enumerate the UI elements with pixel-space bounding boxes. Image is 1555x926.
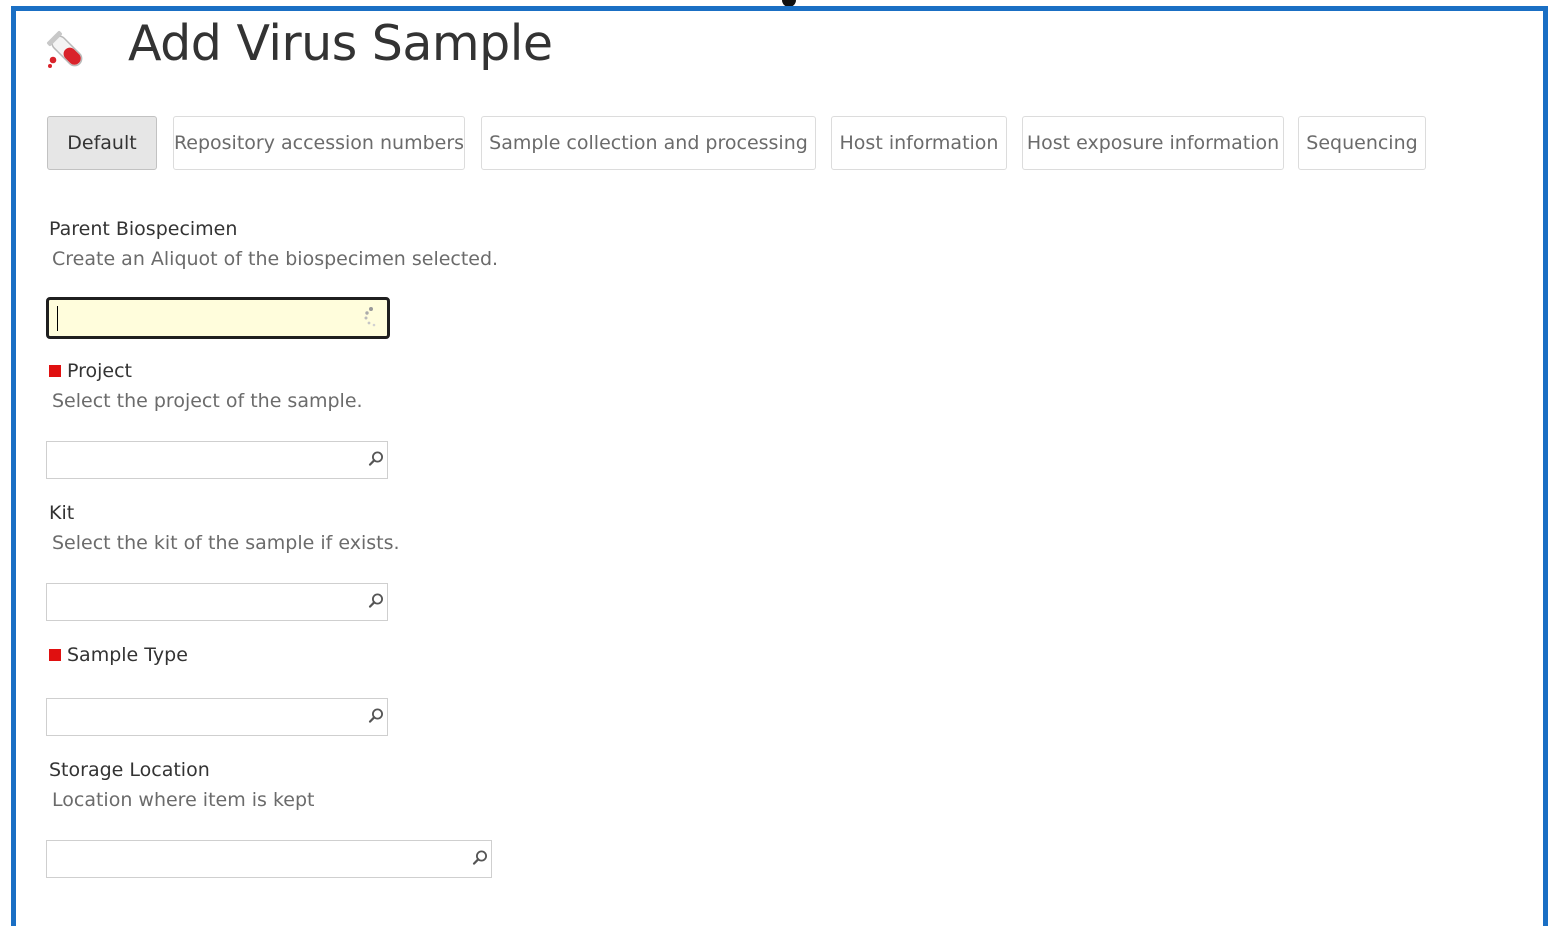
tab-repository-accession-numbers[interactable]: Repository accession numbers: [173, 116, 465, 170]
project-label-text: Project: [67, 360, 133, 382]
storage-location-label-text: Storage Location: [49, 759, 210, 781]
tab-host-information[interactable]: Host information: [831, 116, 1007, 170]
storage-location-search-icon[interactable]: [471, 849, 489, 867]
storage-location-input[interactable]: [46, 840, 492, 878]
test-tube-icon: [46, 30, 83, 68]
kit-input[interactable]: [46, 583, 388, 621]
kit-label-text: Kit: [49, 502, 75, 524]
kit-search-icon[interactable]: [367, 592, 385, 610]
loading-spinner-icon: [364, 307, 376, 327]
tab-default[interactable]: Default: [47, 116, 157, 170]
sample-type-label-text: Sample Type: [67, 644, 188, 666]
sample-type-search-icon[interactable]: [367, 707, 385, 725]
text-caret: [57, 306, 58, 331]
storage-location-help: Location where item is kept: [52, 789, 315, 811]
project-label: Project: [49, 360, 132, 382]
sample-type-label: Sample Type: [49, 644, 188, 666]
storage-location-label: Storage Location: [49, 759, 210, 781]
tab-sequencing[interactable]: Sequencing: [1298, 116, 1426, 170]
tab-sample-collection-and-processing[interactable]: Sample collection and processing: [481, 116, 816, 170]
sample-type-input[interactable]: [46, 698, 388, 736]
required-marker: [49, 365, 61, 377]
page-title: Add Virus Sample: [128, 15, 553, 72]
parent-biospecimen-label-text: Parent Biospecimen: [49, 218, 238, 240]
project-help: Select the project of the sample.: [52, 390, 363, 412]
tab-host-exposure-information[interactable]: Host exposure information: [1022, 116, 1284, 170]
required-marker: [49, 649, 61, 661]
project-search-icon[interactable]: [367, 450, 385, 468]
kit-help: Select the kit of the sample if exists.: [52, 532, 400, 554]
kit-label: Kit: [49, 502, 74, 524]
parent-biospecimen-label: Parent Biospecimen: [49, 218, 237, 240]
parent-biospecimen-help: Create an Aliquot of the biospecimen sel…: [52, 248, 499, 270]
parent-biospecimen-input[interactable]: [46, 297, 390, 339]
project-input[interactable]: [46, 441, 388, 479]
